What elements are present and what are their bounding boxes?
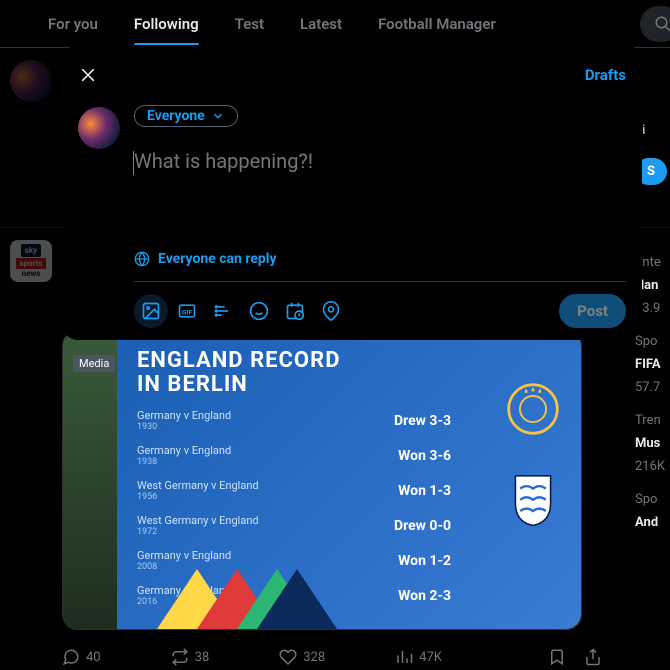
trend-category: Spo (635, 334, 670, 349)
search-button[interactable] (640, 6, 670, 42)
svg-text:GIF: GIF (182, 308, 192, 316)
views-button[interactable]: 47K (395, 648, 442, 666)
tab-football-manager[interactable]: Football Manager (360, 0, 514, 47)
media-button[interactable] (134, 294, 168, 328)
avatar[interactable] (10, 60, 52, 102)
tab-for-you[interactable]: For you (30, 0, 116, 47)
compose-toolbar: GIF Post (134, 282, 626, 328)
poll-button[interactable] (206, 294, 240, 328)
card-stadium-photo (63, 331, 117, 629)
heart-icon (279, 648, 297, 666)
trend-count: 216K (635, 459, 670, 474)
sky-logo-mid: sports (16, 258, 45, 269)
post-action-bar: 40 38 328 47K (62, 648, 602, 666)
views-count: 47K (419, 650, 442, 665)
sky-logo-bot: news (22, 269, 41, 278)
drafts-button[interactable]: Drafts (585, 66, 626, 84)
views-icon (395, 648, 413, 666)
card-record-row: Germany v England1930Drew 3-3 (137, 409, 561, 432)
poll-icon (213, 301, 233, 321)
avatar-sky-sports[interactable]: sky sports news (10, 240, 52, 282)
text-caret (133, 151, 134, 175)
embedded-image-card[interactable]: ENGLAND RECORD IN BERLIN Germany v Engla… (62, 330, 582, 630)
schedule-icon (285, 301, 305, 321)
card-title-1: ENGLAND RECORD (137, 349, 561, 373)
card-decoration (157, 569, 337, 629)
england-badge-icon (505, 471, 561, 527)
compose-avatar[interactable] (78, 107, 120, 149)
media-tooltip: Media (73, 355, 115, 372)
location-button[interactable] (314, 294, 348, 328)
schedule-button[interactable] (278, 294, 312, 328)
location-icon (321, 301, 341, 321)
reply-button[interactable]: 40 (62, 648, 101, 666)
trend-topic[interactable]: And (635, 515, 670, 530)
gif-icon: GIF (177, 301, 197, 321)
emoji-button[interactable] (242, 294, 276, 328)
close-button[interactable] (78, 65, 98, 85)
image-icon (141, 301, 161, 321)
trend-topic[interactable]: Mus (635, 436, 670, 451)
card-record-row: West Germany v England1956Won 1-3 (137, 479, 561, 502)
repost-icon (171, 648, 189, 666)
like-count: 328 (303, 650, 325, 665)
search-icon (654, 15, 670, 33)
like-button[interactable]: 328 (279, 648, 325, 666)
compose-input[interactable]: What is happening?! (134, 149, 626, 173)
audience-label: Everyone (147, 108, 205, 124)
repost-button[interactable]: 38 (171, 648, 210, 666)
trend-category: Tren (635, 413, 670, 428)
close-icon (78, 65, 98, 85)
gif-button[interactable]: GIF (170, 294, 204, 328)
bookmark-icon[interactable] (548, 648, 566, 666)
germany-badge-icon (505, 381, 561, 437)
tab-latest[interactable]: Latest (282, 0, 360, 47)
emoji-icon (249, 301, 269, 321)
repost-count: 38 (195, 650, 210, 665)
trend-topic[interactable]: FIFA (635, 357, 670, 372)
card-record-row: West Germany v England1972Drew 0-0 (137, 514, 561, 537)
audience-selector[interactable]: Everyone (134, 105, 238, 127)
tab-test[interactable]: Test (217, 0, 282, 47)
post-button[interactable]: Post (559, 294, 626, 328)
chevron-down-icon (211, 109, 225, 123)
timeline-tabs: For you Following Test Latest Football M… (0, 0, 670, 48)
globe-icon (134, 251, 150, 267)
compose-placeholder-text: What is happening?! (134, 149, 313, 173)
share-icon[interactable] (584, 648, 602, 666)
card-record-row: Germany v England1938Won 3-6 (137, 444, 561, 467)
card-main: ENGLAND RECORD IN BERLIN Germany v Engla… (117, 331, 581, 629)
reply-settings[interactable]: Everyone can reply (134, 251, 626, 282)
tab-following[interactable]: Following (116, 0, 217, 47)
compose-modal: Drafts Everyone What is happening?! Ever… (62, 45, 642, 340)
trend-count: 57.7 (635, 380, 670, 395)
reply-icon (62, 648, 80, 666)
trend-category: Spo (635, 492, 670, 507)
sky-logo-top: sky (21, 244, 41, 257)
card-title-2: IN BERLIN (137, 373, 561, 397)
reply-label: Everyone can reply (158, 251, 277, 267)
reply-count: 40 (86, 650, 101, 665)
